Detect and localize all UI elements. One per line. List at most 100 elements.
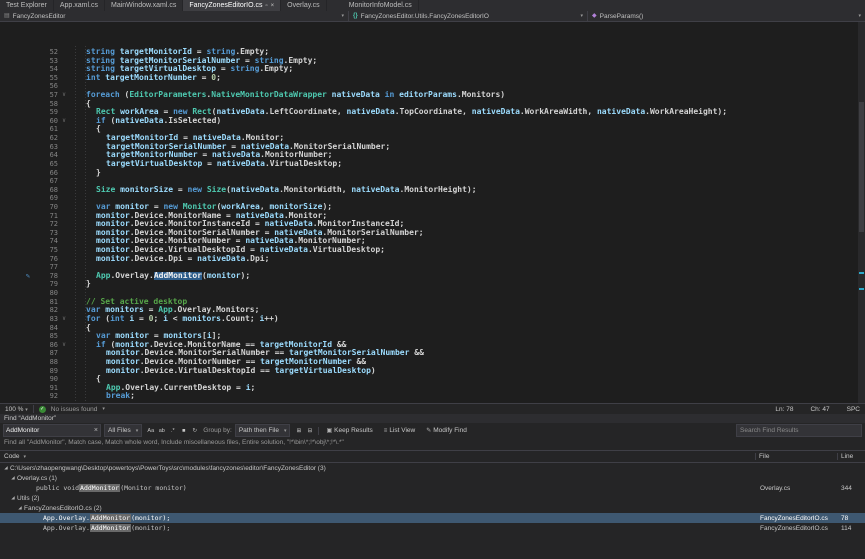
code-line[interactable]: 55int targetMonitorNumber = 0; bbox=[0, 74, 865, 83]
whole-word-icon[interactable]: ab bbox=[156, 425, 167, 436]
code-line[interactable]: 73monitor.Device.MonitorSerialNumber = n… bbox=[0, 229, 865, 238]
result-group-row[interactable]: ◢ Overlay.cs (1) bbox=[0, 473, 865, 483]
code-line[interactable]: 80 bbox=[0, 289, 865, 298]
result-group-row[interactable]: ◢ Utils (2) bbox=[0, 493, 865, 503]
regex-icon[interactable]: .* bbox=[167, 425, 178, 436]
code-line[interactable]: 67 bbox=[0, 177, 865, 186]
line-number: 52 bbox=[30, 48, 58, 57]
code-line[interactable]: 59Rect workArea = new Rect(nativeData.Le… bbox=[0, 108, 865, 117]
tab-FancyZonesEditorIO.cs[interactable]: FancyZonesEditorIO.cs▫× bbox=[183, 0, 281, 11]
code-line[interactable]: 91App.Overlay.CurrentDesktop = i; bbox=[0, 384, 865, 393]
repeat-search-icon[interactable]: ↻ bbox=[189, 425, 200, 436]
code-line[interactable]: 57∨foreach (EditorParameters.NativeMonit… bbox=[0, 91, 865, 100]
code-line[interactable]: 52string targetMonitorId = string.Empty; bbox=[0, 48, 865, 57]
scrollbar-thumb[interactable] bbox=[859, 102, 864, 232]
close-icon[interactable]: × bbox=[271, 3, 275, 9]
result-row[interactable]: App.Overlay.AddMonitor(monitor);FancyZon… bbox=[0, 523, 865, 533]
code-line[interactable]: 60∨if (nativeData.IsSelected) bbox=[0, 117, 865, 126]
result-group-row[interactable]: ◢ FancyZonesEditorIO.cs (2) bbox=[0, 503, 865, 513]
code-line[interactable]: 64targetMonitorNumber = nativeData.Monit… bbox=[0, 151, 865, 160]
code-line[interactable]: 62targetMonitorId = nativeData.Monitor; bbox=[0, 134, 865, 143]
code-line[interactable]: 69 bbox=[0, 194, 865, 203]
tab-MainWindow.xaml.cs[interactable]: MainWindow.xaml.cs bbox=[105, 0, 183, 11]
fold-chevron-icon[interactable]: ∨ bbox=[58, 341, 70, 350]
zoom-control[interactable]: 100 % ▾ bbox=[5, 406, 28, 413]
column-header-file[interactable]: File bbox=[755, 453, 837, 460]
fold-chevron-icon[interactable]: ∨ bbox=[58, 315, 70, 324]
tab-Overlay.cs[interactable]: Overlay.cs bbox=[281, 0, 327, 11]
expander-icon[interactable]: ◢ bbox=[2, 465, 10, 471]
column-indicator[interactable]: Ch: 47 bbox=[810, 406, 829, 413]
code-line[interactable]: 86∨if (monitor.Device.MonitorName == tar… bbox=[0, 341, 865, 350]
editor-scrollbar[interactable] bbox=[858, 22, 865, 403]
group-by-dropdown[interactable]: Path then File ▾ bbox=[235, 424, 291, 437]
code-line[interactable]: 75monitor.Device.VirtualDesktopId = nati… bbox=[0, 246, 865, 255]
column-header-code[interactable]: Code ▾ bbox=[0, 453, 755, 460]
code-line[interactable]: 71monitor.Device.MonitorName = nativeDat… bbox=[0, 212, 865, 221]
code-line[interactable]: 74monitor.Device.MonitorNumber = nativeD… bbox=[0, 237, 865, 246]
code-line[interactable]: 83∨for (int i = 0; i < monitors.Count; i… bbox=[0, 315, 865, 324]
keep-results-button[interactable]: ▣ Keep Results bbox=[322, 425, 376, 436]
find-search-input[interactable] bbox=[4, 427, 90, 434]
code-line[interactable]: 63targetMonitorSerialNumber = nativeData… bbox=[0, 143, 865, 152]
result-group-row[interactable]: ◢ C:\Users\zhaopengwang\Desktop\powertoy… bbox=[0, 463, 865, 473]
filter-results-input[interactable] bbox=[736, 424, 862, 437]
match-case-icon[interactable]: Aa bbox=[145, 425, 156, 436]
code-line[interactable]: 76monitor.Device.Dpi = nativeData.Dpi; bbox=[0, 255, 865, 264]
code-line[interactable]: 65targetVirtualDesktop = nativeData.Virt… bbox=[0, 160, 865, 169]
clear-search-icon[interactable]: × bbox=[94, 427, 98, 434]
tab-App.xaml.cs[interactable]: App.xaml.cs bbox=[54, 0, 105, 11]
fold-chevron-icon[interactable]: ∨ bbox=[58, 91, 70, 100]
indent-indicator[interactable]: SPC bbox=[847, 406, 860, 413]
find-search-box[interactable]: × bbox=[3, 424, 101, 437]
code-line[interactable]: 68Size monitorSize = new Size(nativeData… bbox=[0, 186, 865, 195]
code-line[interactable]: 82var monitors = App.Overlay.Monitors; bbox=[0, 306, 865, 315]
result-row[interactable]: App.Overlay.AddMonitor(monitor);FancyZon… bbox=[0, 513, 865, 523]
code-line[interactable]: 79} bbox=[0, 280, 865, 289]
code-line[interactable]: 56 bbox=[0, 82, 865, 91]
type-dropdown[interactable]: {} FancyZonesEditor.Utils.FancyZonesEdit… bbox=[349, 11, 588, 21]
modify-find-button[interactable]: ✎ Modify Find bbox=[422, 425, 471, 436]
code-line[interactable]: 87monitor.Device.MonitorSerialNumber == … bbox=[0, 349, 865, 358]
code-line[interactable]: 92break; bbox=[0, 392, 865, 401]
code-line[interactable]: 72monitor.Device.MonitorInstanceId = nat… bbox=[0, 220, 865, 229]
expander-icon[interactable]: ◢ bbox=[16, 505, 24, 511]
code-line[interactable]: 89monitor.Device.VirtualDesktopId == tar… bbox=[0, 367, 865, 376]
expand-all-icon[interactable]: ⊞ bbox=[293, 425, 304, 436]
expander-icon[interactable]: ◢ bbox=[9, 495, 17, 501]
code-line[interactable]: 61{ bbox=[0, 125, 865, 134]
member-dropdown[interactable]: ◆ ParseParams() ▾ bbox=[588, 11, 865, 21]
code-line[interactable]: 84{ bbox=[0, 324, 865, 333]
modify-find-icon: ✎ bbox=[426, 427, 431, 434]
collapse-all-icon[interactable]: ⊟ bbox=[304, 425, 315, 436]
expander-icon[interactable]: ◢ bbox=[9, 475, 17, 481]
list-view-button[interactable]: ≡ List View bbox=[380, 425, 419, 436]
health-check-icon[interactable]: ✓ bbox=[39, 406, 46, 413]
column-header-line[interactable]: Line bbox=[837, 453, 865, 460]
line-number: 66 bbox=[30, 169, 58, 178]
line-indicator[interactable]: Ln: 78 bbox=[775, 406, 793, 413]
result-row[interactable]: public void AddMonitor(Monitor monitor)O… bbox=[0, 483, 865, 493]
code-line[interactable]: 53string targetMonitorSerialNumber = str… bbox=[0, 57, 865, 66]
tree-expand-icons: ⊞⊟ bbox=[293, 425, 315, 436]
fold-chevron-icon[interactable]: ∨ bbox=[58, 117, 70, 126]
code-line[interactable]: 88monitor.Device.MonitorNumber == target… bbox=[0, 358, 865, 367]
code-line[interactable]: 90{ bbox=[0, 375, 865, 384]
code-text: monitor.Device.MonitorNumber = nativeDat… bbox=[70, 237, 865, 246]
code-line[interactable]: 85var monitor = monitors[i]; bbox=[0, 332, 865, 341]
project-dropdown[interactable]: ▤ FancyZonesEditor ▾ bbox=[0, 11, 349, 21]
pin-icon[interactable]: ▫ bbox=[265, 3, 267, 9]
code-line[interactable]: 70var monitor = new Monitor(workArea, mo… bbox=[0, 203, 865, 212]
code-line[interactable]: 66} bbox=[0, 169, 865, 178]
code-line[interactable]: ✎78App.Overlay.AddMonitor(monitor); bbox=[0, 272, 865, 281]
health-label[interactable]: No issues found bbox=[51, 406, 98, 413]
tab-MonitorInfoModel.cs[interactable]: MonitorInfoModel.cs bbox=[343, 0, 419, 11]
scope-dropdown[interactable]: All Files ▾ bbox=[104, 424, 142, 437]
code-editor[interactable]: 52string targetMonitorId = string.Empty;… bbox=[0, 22, 865, 403]
code-line[interactable]: 58{ bbox=[0, 100, 865, 109]
stop-search-icon[interactable]: ■ bbox=[178, 425, 189, 436]
code-line[interactable]: 81// Set active desktop bbox=[0, 298, 865, 307]
tab-Test Explorer[interactable]: Test Explorer bbox=[0, 0, 54, 11]
code-line[interactable]: 77 bbox=[0, 263, 865, 272]
code-line[interactable]: 54string targetVirtualDesktop = string.E… bbox=[0, 65, 865, 74]
